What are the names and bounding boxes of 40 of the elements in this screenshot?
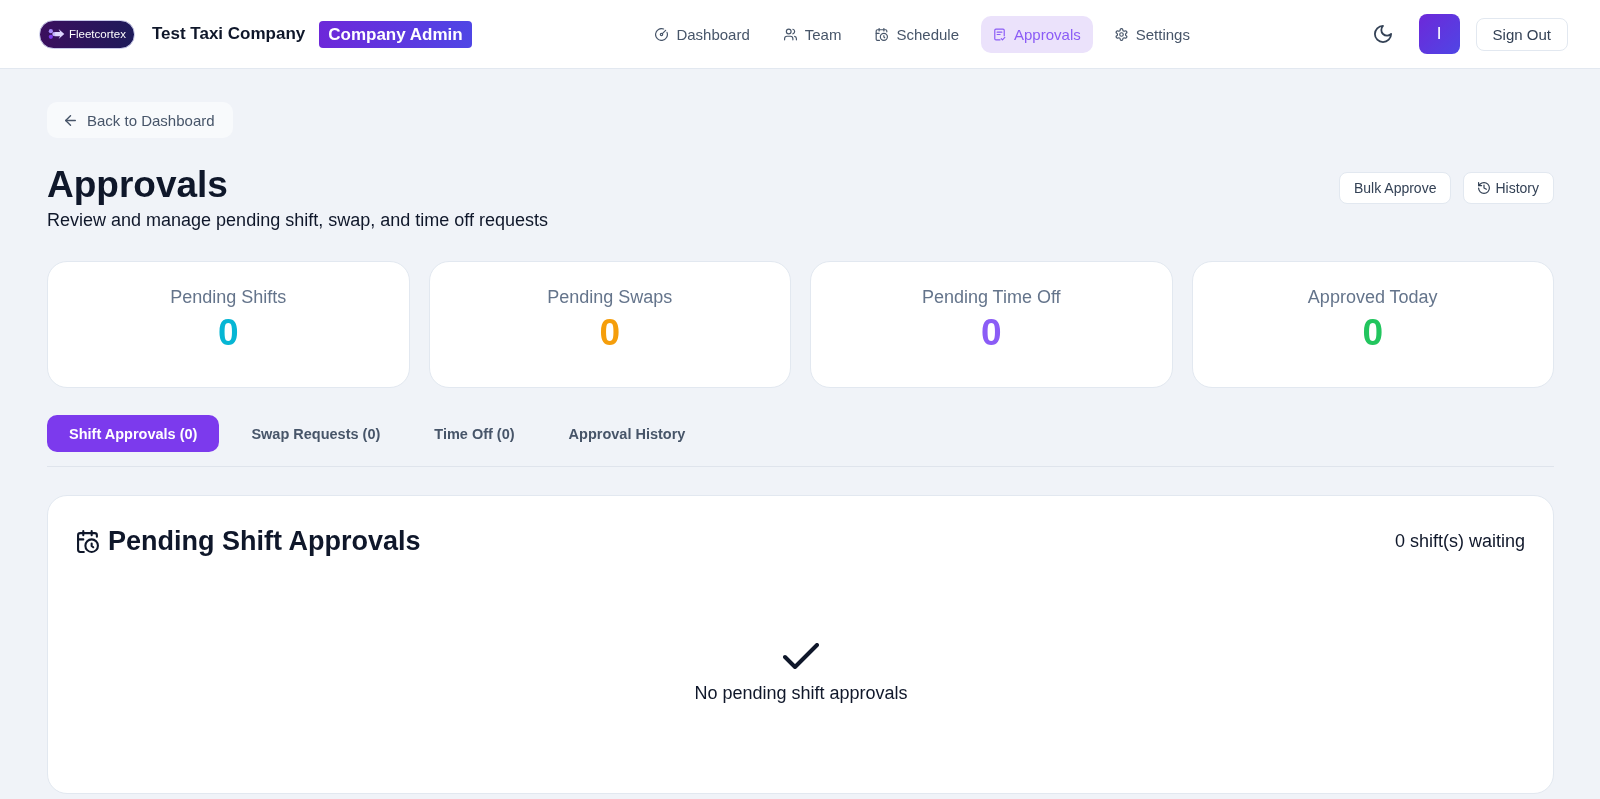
stat-label: Pending Swaps [547,286,673,308]
panel-title: Pending Shift Approvals [108,525,421,558]
document-check-icon [993,27,1006,41]
checkmark-icon [783,643,819,669]
stat-value: 0 [980,312,1002,354]
history-icon [1478,182,1491,194]
gauge-icon [655,27,669,41]
back-button[interactable]: Back to Dashboard [47,102,233,138]
tab[interactable]: Swap Requests (0) [229,415,403,452]
moon-icon[interactable] [1373,25,1392,43]
stat-label: Pending Shifts [170,286,287,308]
tab[interactable]: Time Off (0) [412,415,537,452]
bulk-approve-button[interactable]: Bulk Approve [1338,172,1452,204]
tab[interactable]: Approval History [546,415,708,452]
empty-message: No pending shift approvals [694,683,908,704]
history-button[interactable]: History [1463,172,1554,204]
page-title: Approvals [47,164,229,206]
logo-mark-icon [48,28,65,40]
stat-value: 0 [1362,312,1384,354]
stat-value: 0 [599,312,621,354]
waiting-count: 0 shift(s) waiting [1394,530,1525,552]
nav-link[interactable]: Schedule [863,15,971,53]
tab[interactable]: Shift Approvals (0) [47,415,220,452]
stat-value: 0 [217,312,239,354]
page-subtitle: Review and manage pending shift, swap, and time off requests [47,209,548,232]
logo-text: Fleetcortex [69,28,126,40]
calendar-clock-icon [77,529,99,553]
nav-link[interactable]: Settings [1102,15,1202,53]
role-badge: Company Admin [319,20,472,48]
company-name: Test Taxi Company [151,24,306,44]
stat-label: Approved Today [1307,286,1438,308]
avatar-button[interactable]: I [1418,14,1460,54]
settings-icon [1114,27,1128,41]
users-icon [783,27,797,41]
nav-link[interactable]: Team [771,15,854,53]
calendar-clock-icon [875,27,889,41]
stat-label: Pending Time Off [921,286,1061,308]
sign-out-button[interactable]: Sign Out [1475,17,1568,51]
nav-link[interactable]: Dashboard [643,15,762,53]
logo[interactable]: Fleetcortex [39,19,135,49]
